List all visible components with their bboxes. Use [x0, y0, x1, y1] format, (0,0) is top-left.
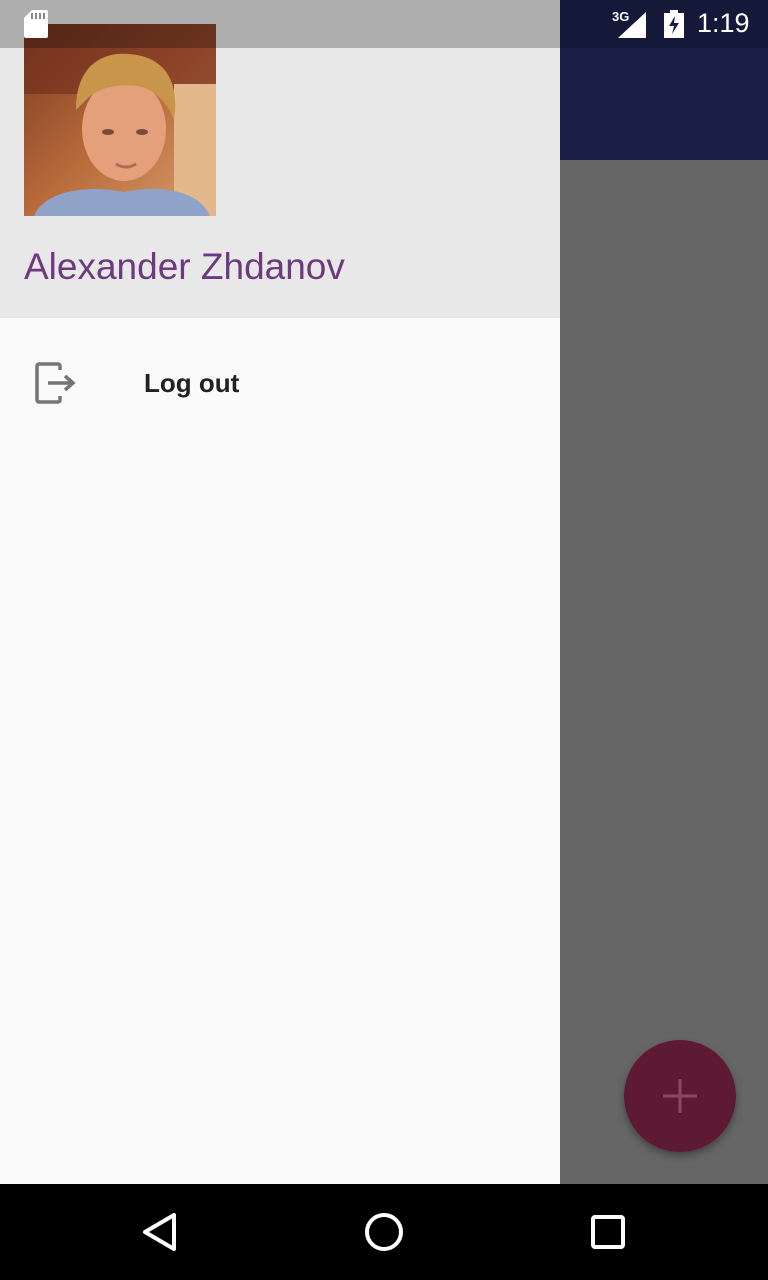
- plus-icon: [663, 1079, 697, 1113]
- status-bar: 3G 1:19: [0, 0, 768, 48]
- status-clock: 1:19: [697, 8, 750, 38]
- sd-card-icon: [24, 10, 48, 38]
- back-icon[interactable]: [136, 1208, 184, 1256]
- recents-icon[interactable]: [584, 1208, 632, 1256]
- avatar[interactable]: [24, 24, 216, 216]
- battery-charging-icon: [664, 10, 684, 38]
- menu-item-label: Log out: [144, 368, 240, 398]
- menu-item-logout[interactable]: Log out: [0, 334, 560, 432]
- signal-icon: [618, 12, 646, 38]
- system-nav-bar: [0, 1184, 768, 1280]
- user-name: Alexander Zhdanov: [24, 246, 345, 287]
- home-icon[interactable]: [360, 1208, 408, 1256]
- add-fab-button[interactable]: [624, 1040, 736, 1152]
- navigation-drawer: Alexander Zhdanov Log out: [0, 0, 560, 1184]
- logout-icon: [35, 362, 76, 404]
- status-bar-left: [0, 0, 560, 48]
